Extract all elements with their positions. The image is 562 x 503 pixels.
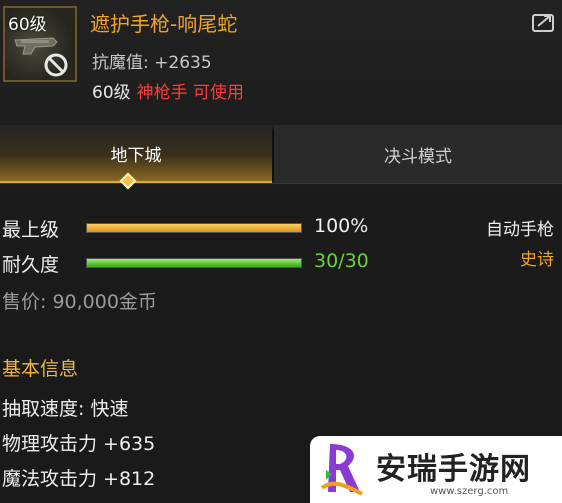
durability-bar-fill	[87, 259, 301, 267]
tab-duel[interactable]: 决斗模式	[274, 125, 562, 183]
sell-price: 售价: 90,000金币	[2, 291, 157, 313]
rarity-label: 史诗	[520, 250, 554, 270]
durability-label: 耐久度	[2, 254, 60, 276]
durability-bar	[86, 258, 302, 268]
prohibited-icon	[44, 53, 68, 77]
item-tooltip-panel: 60级 遮护手枪-响尾蛇 抗魔值: +2635 60级 神枪手 可使用 地下城 决…	[0, 0, 562, 503]
basic-info-title: 基本信息	[2, 358, 79, 380]
grade-value: 100%	[314, 215, 369, 237]
magic-resist-stat: 抗魔值: +2635	[92, 53, 212, 73]
required-class: 神枪手 可使用	[136, 83, 245, 103]
watermark-logo-icon	[320, 444, 363, 496]
cut-off-stat-line	[2, 492, 202, 503]
watermark-title: 安瑞手游网	[376, 452, 531, 487]
share-icon[interactable]	[532, 12, 556, 32]
weapon-type: 自动手枪	[486, 220, 554, 240]
physical-attack-line: 物理攻击力 +635	[2, 433, 156, 455]
item-name: 遮护手枪-响尾蛇	[90, 12, 238, 36]
draw-speed-line: 抽取速度: 快速	[2, 398, 129, 420]
tab-dungeon[interactable]: 地下城	[0, 125, 272, 183]
grade-bar	[86, 223, 302, 233]
magic-attack-line: 魔法攻击力 +812	[2, 468, 156, 490]
watermark: 安瑞手游网 www.szerg.com	[310, 436, 562, 503]
durability-value: 30/30	[314, 250, 369, 272]
item-level-badge: 60级	[8, 15, 47, 35]
item-icon[interactable]: 60级	[3, 6, 77, 82]
grade-bar-fill	[87, 224, 301, 232]
grade-label: 最上级	[2, 219, 60, 241]
requirement-line: 60级 神枪手 可使用	[92, 78, 244, 103]
watermark-url: www.szerg.com	[430, 486, 509, 497]
mode-tabs: 地下城 决斗模式	[0, 125, 562, 184]
required-level: 60级	[92, 83, 131, 103]
